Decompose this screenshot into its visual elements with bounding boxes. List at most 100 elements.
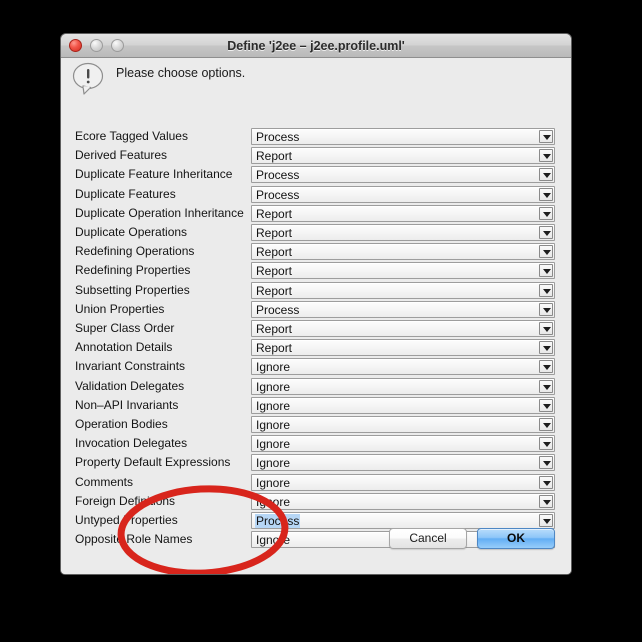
option-dropdown-value: Report <box>256 226 293 240</box>
option-row: Duplicate Features Process <box>61 185 571 205</box>
option-label: Foreign Definitions <box>75 493 176 508</box>
option-dropdown[interactable]: Process <box>251 300 555 318</box>
chevron-down-icon[interactable] <box>539 206 553 220</box>
option-label: Duplicate Feature Inheritance <box>75 167 233 182</box>
option-row: Comments Ignore <box>61 473 571 493</box>
option-dropdown-value: Report <box>256 283 293 298</box>
option-label: Duplicate Operation Inheritance <box>75 205 244 220</box>
option-label: Annotation Details <box>75 340 173 355</box>
option-dropdown[interactable]: Report <box>251 339 555 357</box>
option-row: Super Class Order Report <box>61 320 571 339</box>
chevron-down-icon[interactable] <box>539 475 553 489</box>
option-dropdown[interactable]: Ignore <box>251 492 555 510</box>
option-row: Duplicate Operation Inheritance Report <box>61 204 571 224</box>
option-label: Opposite Role Names <box>75 532 193 547</box>
option-dropdown-value: Report <box>256 322 293 336</box>
option-row: Duplicate Feature Inheritance Process <box>61 166 571 185</box>
option-dropdown[interactable]: Process <box>251 512 555 529</box>
option-dropdown-value: Ignore <box>256 475 291 490</box>
cancel-button[interactable]: Cancel <box>389 528 467 549</box>
option-dropdown[interactable]: Ignore <box>251 454 555 472</box>
option-dropdown[interactable]: Report <box>251 243 555 261</box>
option-label: Invariant Constraints <box>75 359 186 374</box>
option-label: Invocation Delegates <box>75 436 188 451</box>
option-dropdown-value: Ignore <box>256 379 291 394</box>
chevron-down-icon[interactable] <box>539 456 553 470</box>
option-dropdown-value: Process <box>256 302 300 317</box>
alert-speech-bubble-icon <box>72 62 104 95</box>
chevron-down-icon[interactable] <box>539 398 553 412</box>
window-title: Define 'j2ee – j2ee.profile.uml' <box>227 39 405 53</box>
option-dropdown[interactable]: Report <box>251 320 555 337</box>
option-dropdown-value: Report <box>256 206 293 221</box>
option-label: Duplicate Features <box>75 186 176 201</box>
option-dropdown[interactable]: Report <box>251 147 555 165</box>
option-dropdown-value: Ignore <box>256 494 291 509</box>
chevron-down-icon[interactable] <box>539 264 553 278</box>
chevron-down-icon[interactable] <box>539 149 553 163</box>
option-dropdown[interactable]: Report <box>251 281 555 299</box>
chevron-down-icon[interactable] <box>539 494 553 508</box>
option-dropdown-value: Ignore <box>256 360 291 375</box>
chevron-down-icon[interactable] <box>539 322 553 335</box>
chevron-down-icon[interactable] <box>539 437 553 451</box>
chevron-down-icon[interactable] <box>539 187 553 201</box>
option-dropdown[interactable]: Process <box>251 128 555 145</box>
option-row: Duplicate Operations Report <box>61 224 571 243</box>
option-dropdown[interactable]: Process <box>251 185 555 203</box>
option-label: Super Class Order <box>75 321 175 335</box>
option-row: Annotation Details Report <box>61 339 571 358</box>
chevron-down-icon[interactable] <box>539 130 553 143</box>
option-label: Union Properties <box>75 301 165 316</box>
option-label: Comments <box>75 474 134 489</box>
option-row: Subsetting Properties Report <box>61 281 571 301</box>
option-dropdown[interactable]: Report <box>251 204 555 222</box>
option-dropdown[interactable]: Ignore <box>251 377 555 395</box>
chevron-down-icon[interactable] <box>539 379 553 393</box>
option-row: Union Properties Process <box>61 300 571 320</box>
chevron-down-icon[interactable] <box>539 226 553 239</box>
chevron-down-icon[interactable] <box>539 418 553 431</box>
option-dropdown[interactable]: Process <box>251 166 555 184</box>
header-message: Please choose options. <box>61 58 571 98</box>
option-label: Ecore Tagged Values <box>75 129 188 143</box>
option-label: Derived Features <box>75 148 168 163</box>
option-dropdown-value: Report <box>256 341 293 356</box>
option-label: Untyped Properties <box>75 513 178 527</box>
chevron-down-icon[interactable] <box>539 168 553 182</box>
window-title-bar[interactable]: Define 'j2ee – j2ee.profile.uml' <box>61 34 571 58</box>
option-dropdown[interactable]: Ignore <box>251 473 555 491</box>
option-row: Non–API Invariants Ignore <box>61 396 571 416</box>
option-label: Validation Delegates <box>75 378 185 393</box>
option-dropdown[interactable]: Report <box>251 224 555 241</box>
option-dropdown-value: Ignore <box>256 418 291 432</box>
option-dropdown[interactable]: Ignore <box>251 416 555 433</box>
ok-button[interactable]: OK <box>477 528 555 549</box>
chevron-down-icon[interactable] <box>539 245 553 259</box>
chevron-down-icon[interactable] <box>539 514 553 527</box>
option-dropdown-value: Process <box>256 187 300 202</box>
chevron-down-icon[interactable] <box>539 341 553 355</box>
option-dropdown[interactable]: Ignore <box>251 396 555 414</box>
option-dropdown-value: Process <box>255 514 301 528</box>
option-dropdown-value: Report <box>256 264 293 279</box>
option-dropdown-value: Report <box>256 149 293 164</box>
option-row: Property Default Expressions Ignore <box>61 454 571 473</box>
option-label: Non–API Invariants <box>75 397 179 412</box>
option-dropdown-value: Process <box>256 130 300 144</box>
chevron-down-icon[interactable] <box>539 360 553 374</box>
option-row: Invocation Delegates Ignore <box>61 435 571 454</box>
chevron-down-icon[interactable] <box>539 302 553 316</box>
desktop-background: Define 'j2ee – j2ee.profile.uml' Please … <box>0 0 642 642</box>
define-profile-dialog: Define 'j2ee – j2ee.profile.uml' Please … <box>60 33 572 575</box>
option-label: Duplicate Operations <box>75 225 188 239</box>
option-dropdown[interactable]: Ignore <box>251 435 555 453</box>
option-row: Derived Features Report <box>61 147 571 166</box>
option-dropdown-value: Ignore <box>256 437 291 452</box>
chevron-down-icon[interactable] <box>539 283 553 297</box>
option-dropdown[interactable]: Report <box>251 262 555 280</box>
option-label: Redefining Properties <box>75 263 191 278</box>
option-dropdown[interactable]: Ignore <box>251 358 555 376</box>
option-dropdown-value: Ignore <box>256 456 291 471</box>
option-row: Redefining Operations Report <box>61 243 571 262</box>
